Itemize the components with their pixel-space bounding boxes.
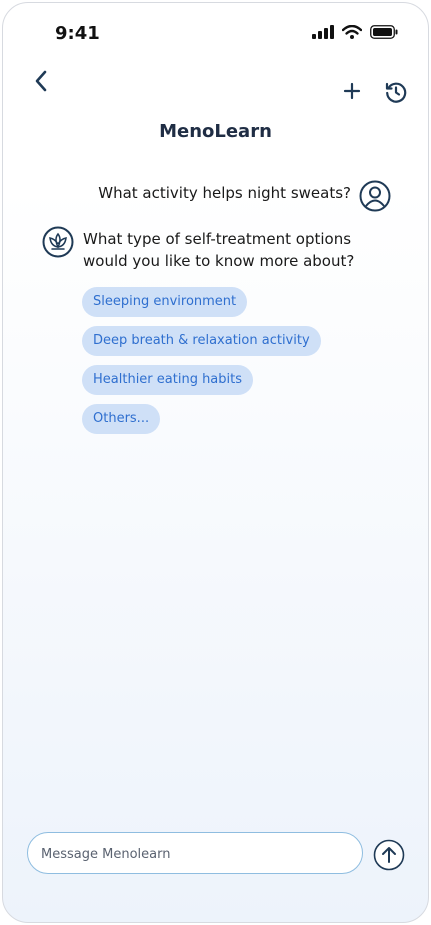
message-input[interactable] [39, 833, 343, 875]
page-title: MenoLearn [159, 121, 272, 142]
status-time: 9:41 [55, 23, 100, 44]
option-chip-others[interactable]: Others... [82, 404, 161, 434]
plus-icon[interactable] [341, 80, 363, 102]
bot-message: What type of self-treatment options woul… [83, 230, 355, 270]
user-message: What activity helps night sweats? [98, 184, 351, 202]
phone-screen: 9:41 MenoLearn What activity helps night… [2, 2, 429, 923]
history-icon[interactable] [384, 80, 408, 104]
battery-icon [370, 25, 398, 39]
option-chip-sleeping-environment[interactable]: Sleeping environment [82, 287, 248, 317]
wifi-icon [342, 25, 362, 39]
option-chip-healthier-eating[interactable]: Healthier eating habits [82, 365, 254, 395]
lotus-bot-avatar-icon [42, 226, 74, 258]
option-chip-deep-breath[interactable]: Deep breath & relaxation activity [82, 326, 321, 356]
status-icons [312, 25, 398, 39]
signal-icon [312, 25, 334, 39]
back-chevron-icon[interactable] [29, 67, 57, 95]
message-composer [27, 832, 363, 875]
user-avatar-icon [359, 180, 391, 212]
send-arrow-icon[interactable] [373, 839, 405, 871]
